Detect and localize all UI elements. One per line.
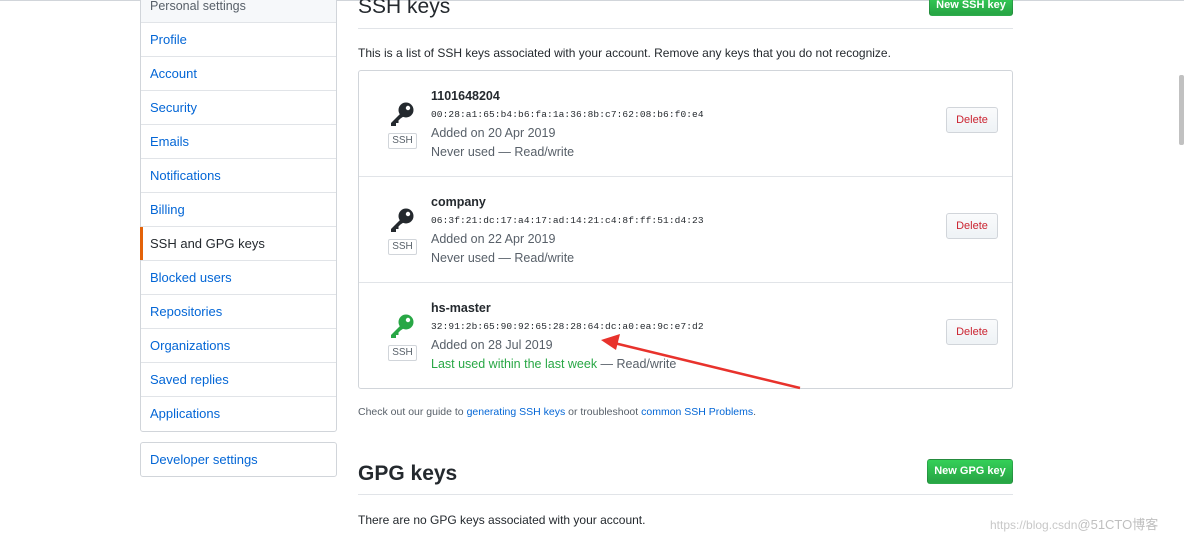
- gpg-empty-text: There are no GPG keys associated with yo…: [358, 513, 646, 527]
- ssh-intro-text: This is a list of SSH keys associated wi…: [358, 46, 891, 60]
- delete-key-button[interactable]: Delete: [946, 213, 998, 239]
- key-title: 1101648204: [431, 89, 500, 103]
- key-icon-shaft: [391, 113, 404, 126]
- ssh-key-row: SSH company 06:3f:21:dc:17:a4:17:ad:14:2…: [359, 177, 1012, 283]
- key-last-used: Never used: [431, 145, 495, 159]
- sidebar-item-profile[interactable]: Profile: [141, 23, 336, 57]
- key-last-used: Never used: [431, 251, 495, 265]
- delete-key-button[interactable]: Delete: [946, 319, 998, 345]
- key-icon-shaft: [391, 219, 404, 232]
- gpg-title-divider: [358, 494, 1013, 495]
- key-access: — Read/write: [597, 357, 677, 371]
- key-usage: Last used within the last week — Read/wr…: [431, 357, 676, 371]
- key-fingerprint: 06:3f:21:dc:17:a4:17:ad:14:21:c4:8f:ff:5…: [431, 215, 704, 226]
- key-icon: [391, 208, 414, 232]
- sidebar-item-repositories[interactable]: Repositories: [141, 295, 336, 329]
- sidebar-item-blocked-users[interactable]: Blocked users: [141, 261, 336, 295]
- ssh-title-divider: [358, 28, 1013, 29]
- guide-middle: or troubleshoot: [565, 406, 642, 418]
- new-ssh-key-button[interactable]: New SSH key: [929, 0, 1013, 16]
- key-fingerprint: 32:91:2b:65:90:92:65:28:28:64:dc:a0:ea:9…: [431, 321, 704, 332]
- ssh-keys-title: SSH keys: [358, 0, 451, 18]
- key-access: — Read/write: [494, 145, 575, 159]
- page-scrollbar[interactable]: [1179, 75, 1184, 145]
- key-access: — Read/write: [494, 251, 575, 265]
- key-title: hs-master: [431, 301, 491, 315]
- key-fingerprint: 00:28:a1:65:b4:b6:fa:1a:36:8b:c7:62:08:b…: [431, 109, 704, 120]
- key-usage: Never used — Read/write: [431, 251, 574, 265]
- ssh-key-row: SSH 1101648204 00:28:a1:65:b4:b6:fa:1a:3…: [359, 71, 1012, 177]
- common-ssh-problems-link[interactable]: common SSH Problems: [641, 406, 753, 418]
- sidebar-item-account[interactable]: Account: [141, 57, 336, 91]
- watermark-brand: @51CTO博客: [1077, 517, 1159, 532]
- key-icon-shaft: [391, 325, 404, 338]
- watermark: https://blog.csdn@51CTO博客: [990, 514, 1158, 533]
- sidebar-item-saved-replies[interactable]: Saved replies: [141, 363, 336, 397]
- ssh-badge: SSH: [388, 133, 417, 149]
- sidebar-item-developer-settings[interactable]: Developer settings: [140, 442, 337, 477]
- sidebar-header: Personal settings: [141, 0, 336, 23]
- guide-prefix: Check out our guide to: [358, 406, 467, 418]
- key-icon: [391, 102, 414, 126]
- sidebar-item-ssh-gpg-keys[interactable]: SSH and GPG keys: [140, 227, 336, 261]
- ssh-key-list: SSH 1101648204 00:28:a1:65:b4:b6:fa:1a:3…: [358, 70, 1013, 389]
- key-last-used: Last used within the last week: [431, 357, 598, 371]
- key-usage: Never used — Read/write: [431, 145, 574, 159]
- key-icon: [391, 314, 414, 338]
- sidebar-item-organizations[interactable]: Organizations: [141, 329, 336, 363]
- ssh-key-row: SSH hs-master 32:91:2b:65:90:92:65:28:28…: [359, 283, 1012, 389]
- sidebar-item-billing[interactable]: Billing: [141, 193, 336, 227]
- delete-key-button[interactable]: Delete: [946, 107, 998, 133]
- guide-suffix: .: [753, 406, 757, 418]
- key-added-date: Added on 20 Apr 2019: [431, 126, 556, 140]
- key-icon-hole: [405, 105, 411, 111]
- watermark-url: https://blog.csdn: [990, 518, 1078, 532]
- key-icon-hole: [405, 317, 411, 323]
- ssh-badge: SSH: [388, 345, 417, 361]
- key-added-date: Added on 28 Jul 2019: [431, 338, 553, 352]
- sidebar-item-notifications[interactable]: Notifications: [141, 159, 336, 193]
- new-gpg-key-button[interactable]: New GPG key: [927, 459, 1013, 484]
- sidebar-item-emails[interactable]: Emails: [141, 125, 336, 159]
- ssh-guide-text: Check out our guide to generating SSH ke…: [358, 406, 756, 418]
- key-added-date: Added on 22 Apr 2019: [431, 232, 556, 246]
- ssh-badge: SSH: [388, 239, 417, 255]
- key-icon-hole: [405, 211, 411, 217]
- sidebar-item-applications[interactable]: Applications: [141, 397, 336, 431]
- sidebar-item-security[interactable]: Security: [141, 91, 336, 125]
- generating-ssh-keys-link[interactable]: generating SSH keys: [467, 406, 566, 418]
- key-title: company: [431, 195, 486, 209]
- settings-sidebar: Personal settings Profile Account Securi…: [140, 0, 337, 432]
- gpg-keys-title: GPG keys: [358, 462, 458, 485]
